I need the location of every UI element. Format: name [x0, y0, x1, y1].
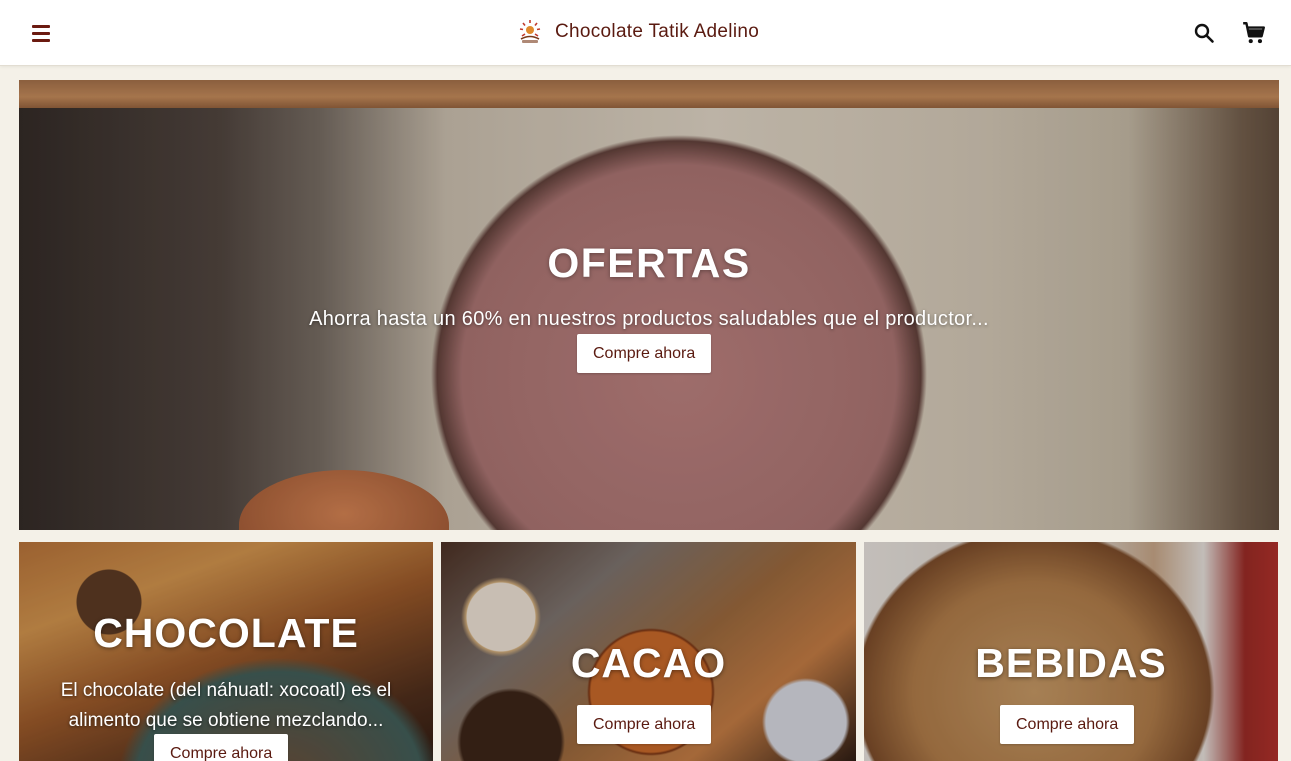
shopping-cart-icon[interactable]: [1241, 20, 1267, 46]
category-card-bebidas[interactable]: BEBIDAS Compre ahora: [864, 542, 1278, 761]
category-card-chocolate[interactable]: CHOCOLATE El chocolate (del náhuatl: xoc…: [19, 542, 433, 761]
menu-line: [32, 24, 50, 28]
category-card-cacao[interactable]: CACAO Compre ahora: [441, 542, 856, 761]
hamburger-menu-icon[interactable]: [24, 18, 58, 48]
top-app-bar: Chocolate Tatik Adelino: [0, 0, 1291, 66]
hero-subtitle: Ahorra hasta un 60% en nuestros producto…: [309, 308, 989, 330]
category-title: BEBIDAS: [975, 640, 1167, 686]
hero-title: OFERTAS: [547, 240, 751, 286]
brand-home-link[interactable]: Chocolate Tatik Adelino: [515, 17, 759, 47]
store-title: Chocolate Tatik Adelino: [555, 21, 760, 42]
category-description: El chocolate (del náhuatl: xocoatl) es e…: [60, 680, 392, 731]
menu-line: [32, 31, 50, 35]
hero-shop-now-button[interactable]: Compre ahora: [577, 334, 712, 373]
hero-overlay: [19, 80, 1279, 530]
category-title: CACAO: [570, 640, 727, 686]
bebidas-shop-now-button[interactable]: Compre ahora: [1000, 705, 1135, 744]
chocolate-shop-now-button[interactable]: Compre ahora: [154, 734, 289, 761]
cacao-shop-now-button[interactable]: Compre ahora: [577, 705, 712, 744]
category-title: CHOCOLATE: [93, 610, 359, 656]
hero-banner-ofertas[interactable]: OFERTAS Ahorra hasta un 60% en nuestros …: [19, 80, 1279, 530]
logo-icon: [519, 20, 541, 43]
search-icon[interactable]: [1192, 21, 1216, 45]
menu-line: [32, 38, 50, 42]
